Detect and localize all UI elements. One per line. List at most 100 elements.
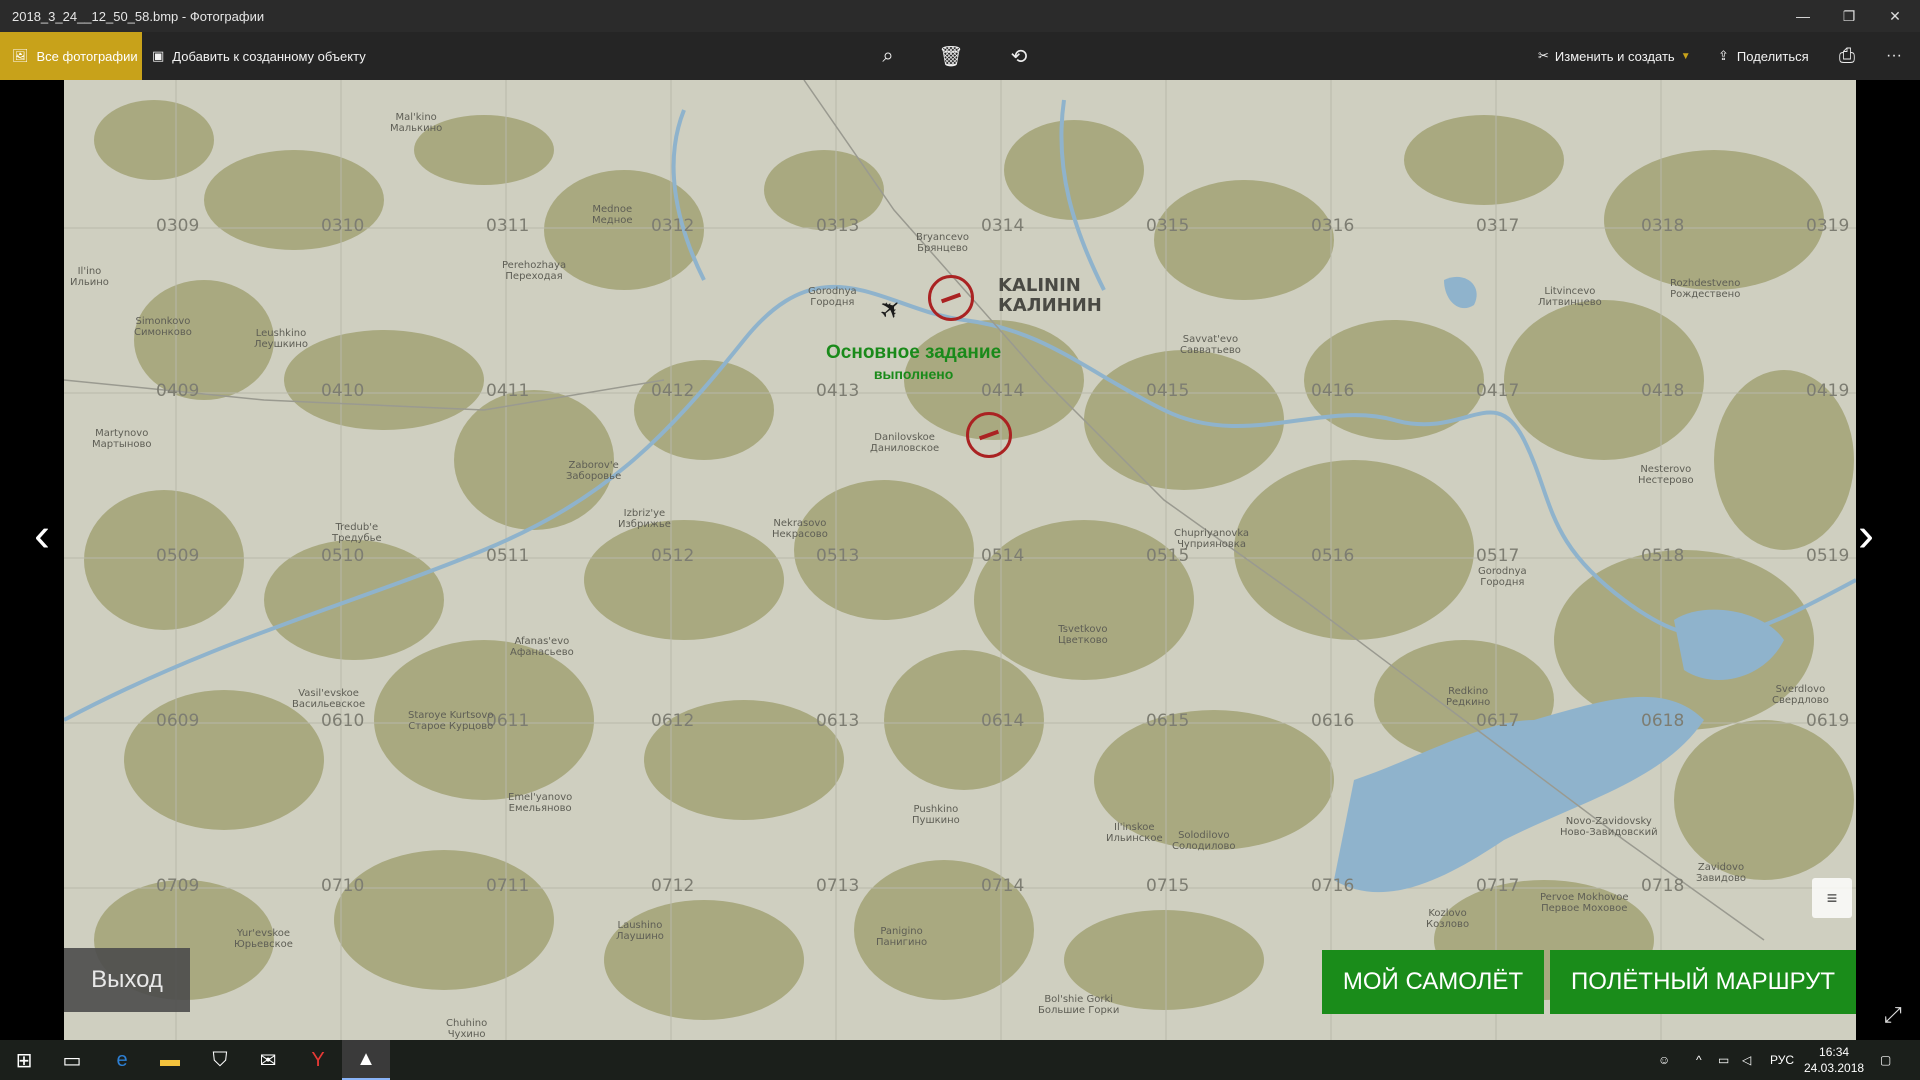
edit-icon: ✂: [1538, 48, 1549, 63]
list-icon[interactable]: ≡: [1812, 878, 1852, 918]
city-label-kalinin: KALININ КАЛИНИН: [998, 275, 1102, 316]
town-label: Danilovskoe Даниловское: [870, 432, 940, 454]
mail-icon[interactable]: ✉: [244, 1040, 292, 1080]
grid-label: 0618: [1641, 711, 1685, 731]
grid-label: 0513: [816, 546, 860, 566]
volume-icon[interactable]: ◁: [1742, 1040, 1751, 1080]
notifications-icon[interactable]: ▢: [1880, 1040, 1891, 1080]
game-map: 0309 0310 0311 0312 0313 0314 0315 0316 …: [64, 80, 1856, 1040]
maximize-button[interactable]: ❐: [1826, 0, 1872, 32]
taskbar: ⊞ ▭ e ▬ ⛉ ✉ Y ▲ ☺ ^ ▭ ◁ РУС 16:34 24.03.…: [0, 1040, 1920, 1080]
town-label: Tredub'e Тредубье: [332, 522, 382, 544]
town-label: Chuhino Чухино: [446, 1018, 488, 1040]
town-label: Redkino Редкино: [1446, 686, 1491, 708]
town-label: Mal'kino Малькино: [390, 112, 443, 134]
yandex-browser-icon[interactable]: Y: [294, 1040, 342, 1080]
close-button[interactable]: ✕: [1872, 0, 1918, 32]
grid-label: 0613: [816, 711, 860, 731]
network-icon[interactable]: ▭: [1718, 1040, 1729, 1080]
enemy-target-icon: [966, 412, 1012, 458]
town-label: Perehozhaya Переходая: [502, 260, 567, 282]
town-label: Nesterovo Нестерово: [1638, 464, 1694, 486]
grid-label: 0319: [1806, 216, 1850, 236]
grid-label: 0510: [321, 546, 365, 566]
fullscreen-icon[interactable]: ⤢: [1884, 1002, 1902, 1028]
my-plane-button[interactable]: МОЙ САМОЛЁТ: [1322, 950, 1544, 1014]
grid-label: 0417: [1476, 381, 1520, 401]
grid-label: 0415: [1146, 381, 1190, 401]
task-view-icon[interactable]: ▭: [48, 1040, 96, 1080]
photo-icon: 🖼: [12, 48, 29, 63]
grid-label: 0409: [156, 381, 200, 401]
clock[interactable]: 16:34 24.03.2018: [1804, 1044, 1864, 1076]
chevron-up-icon[interactable]: ^: [1696, 1040, 1702, 1080]
grid-label: 0418: [1641, 381, 1685, 401]
town-label: Novo-Zavidovsky Ново-Завидовский: [1560, 816, 1658, 838]
mission-status-text: выполнено: [873, 366, 954, 382]
exit-button[interactable]: Выход: [64, 948, 190, 1012]
town-label: Bol'shie Gorki Большие Горки: [1038, 994, 1120, 1016]
grid-label: 0709: [156, 876, 200, 896]
grid-label: 0410: [321, 381, 365, 401]
photos-app: 2018_3_24__12_50_58.bmp - Фотографии — ❐…: [0, 0, 1920, 1080]
edit-create-button[interactable]: ✂ Изменить и создать ▼: [1538, 32, 1691, 80]
town-label: Izbriz'ye Избрижье: [618, 508, 671, 530]
photos-app-icon[interactable]: ▲: [342, 1040, 390, 1080]
next-arrow-icon[interactable]: ›: [1858, 512, 1874, 560]
grid-label: 0718: [1641, 876, 1685, 896]
town-label: Rozhdestveno Рождествено: [1670, 278, 1741, 300]
print-icon[interactable]: ⎙: [1827, 32, 1867, 80]
grid-label: 0312: [651, 216, 695, 236]
flight-route-button[interactable]: ПОЛЁТНЫЙ МАРШРУТ: [1550, 950, 1856, 1014]
town-label: Litvincevo Литвинцево: [1538, 286, 1602, 308]
all-photos-label: Все фотографии: [36, 48, 138, 64]
zoom-icon[interactable]: ⌕: [868, 32, 908, 80]
grid-label: 0519: [1806, 546, 1850, 566]
share-button[interactable]: ⇪ Поделиться: [1718, 32, 1809, 80]
town-label: Kozlovo Козлово: [1426, 908, 1470, 930]
edge-icon[interactable]: e: [98, 1040, 146, 1080]
language-indicator[interactable]: РУС: [1770, 1040, 1794, 1080]
grid-label: 0717: [1476, 876, 1520, 896]
mission-status: Основное задание выполнено: [826, 342, 1001, 382]
minimize-button[interactable]: —: [1780, 0, 1826, 32]
grid-label: 0310: [321, 216, 365, 236]
town-label: Martynovo Мартыново: [92, 428, 152, 450]
town-label: Laushino Лаушино: [616, 920, 664, 942]
grid-label: 0511: [486, 546, 530, 566]
grid-label: 0518: [1641, 546, 1685, 566]
grid-label: 0411: [486, 381, 530, 401]
grid-label: 0710: [321, 876, 365, 896]
grid-label: 0318: [1641, 216, 1685, 236]
rotate-icon[interactable]: ⟲: [999, 32, 1039, 80]
add-to-creation-label: Добавить к созданному объекту: [172, 48, 366, 64]
grid-label: 0419: [1806, 381, 1850, 401]
grid-label: 0509: [156, 546, 200, 566]
grid-label: 0313: [816, 216, 860, 236]
add-creation-icon: ▣: [152, 48, 165, 63]
people-icon[interactable]: ☺: [1658, 1040, 1670, 1080]
town-label: Savvat'evo Савватьево: [1180, 334, 1241, 356]
clock-date: 24.03.2018: [1804, 1061, 1865, 1075]
grid-label: 0715: [1146, 876, 1190, 896]
file-explorer-icon[interactable]: ▬: [146, 1040, 194, 1080]
delete-icon[interactable]: 🗑: [931, 32, 971, 80]
add-to-creation-button[interactable]: ▣ Добавить к созданному объекту: [152, 32, 366, 80]
grid-label: 0609: [156, 711, 200, 731]
grid-label: 0616: [1311, 711, 1355, 731]
grid-label: 0714: [981, 876, 1025, 896]
store-icon[interactable]: ⛉: [196, 1040, 244, 1080]
grid-label: 0612: [651, 711, 695, 731]
more-button[interactable]: ···: [1874, 32, 1914, 80]
all-photos-button[interactable]: 🖼 Все фотографии: [0, 32, 142, 80]
window-title: 2018_3_24__12_50_58.bmp - Фотографии: [12, 8, 265, 24]
grid-label: 0311: [486, 216, 530, 236]
town-label: Staroye Kurtsovo Старое Курцово: [408, 710, 494, 732]
previous-arrow-icon[interactable]: ‹: [34, 512, 50, 560]
grid-label: 0610: [321, 711, 365, 731]
town-label: Afanas'evo Афанасьево: [510, 636, 574, 658]
photos-toolbar: 🖼 Все фотографии ▣ Добавить к созданному…: [0, 32, 1920, 80]
grid-label: 0716: [1311, 876, 1355, 896]
title-bar: 2018_3_24__12_50_58.bmp - Фотографии — ❐…: [0, 0, 1920, 32]
start-icon[interactable]: ⊞: [0, 1040, 48, 1080]
